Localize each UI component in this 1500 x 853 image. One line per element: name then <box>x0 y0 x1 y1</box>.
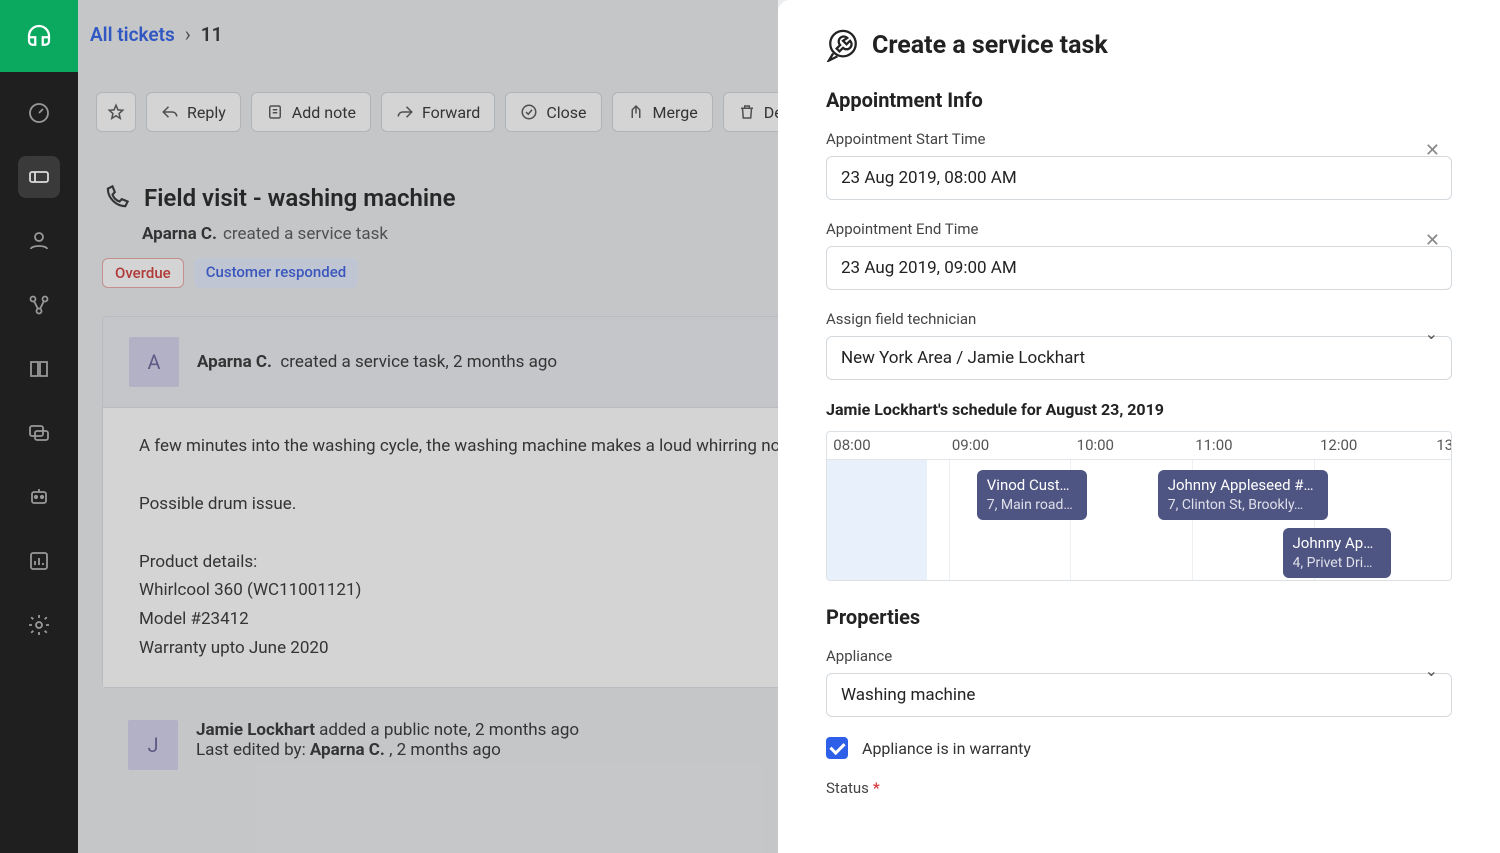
reply-button[interactable]: Reply <box>146 92 241 132</box>
hour-label: 11:00 <box>1195 436 1232 454</box>
schedule-event[interactable]: Johnny Appl…4, Privet Dri… <box>1283 528 1391 578</box>
label-status: Status* <box>826 779 1452 797</box>
bot-icon <box>27 485 51 509</box>
left-nav <box>0 0 78 853</box>
breadcrumb-root[interactable]: All tickets <box>90 23 175 46</box>
breadcrumb: All tickets › 11 <box>90 22 222 46</box>
avatar: J <box>128 720 178 770</box>
reply-icon <box>161 103 179 121</box>
person-icon <box>27 229 51 253</box>
appliance-select[interactable] <box>826 673 1452 717</box>
wrench-bubble-icon <box>826 28 860 62</box>
tag-overdue: Overdue <box>102 258 184 288</box>
label-appliance: Appliance <box>826 647 1452 665</box>
start-time-input[interactable] <box>826 156 1452 200</box>
toolbar: Reply Add note Forward Close Merge Delet… <box>96 92 874 132</box>
label-technician: Assign field technician <box>826 310 1452 328</box>
section-appointment-info: Appointment Info <box>826 88 1452 112</box>
phone-icon <box>102 184 130 212</box>
tag-customer-responded: Customer responded <box>194 258 358 288</box>
close-button[interactable]: Close <box>505 92 601 132</box>
nodes-icon <box>27 293 51 317</box>
hour-label: 12:00 <box>1320 436 1357 454</box>
merge-icon <box>627 103 645 121</box>
gauge-icon <box>27 101 51 125</box>
warranty-checkbox[interactable] <box>826 737 848 759</box>
ticket-title: Field visit - washing machine <box>144 184 455 212</box>
ticket-icon <box>27 165 51 189</box>
schedule-label: Jamie Lockhart's schedule for August 23,… <box>826 400 1452 419</box>
clear-icon[interactable]: ✕ <box>1425 142 1440 160</box>
add-note-button[interactable]: Add note <box>251 92 371 132</box>
chart-icon <box>27 549 51 573</box>
chevron-down-icon: ⌄ <box>1425 324 1438 343</box>
note-icon <box>266 103 284 121</box>
nav-tickets[interactable] <box>18 156 60 198</box>
hour-label: 13 <box>1436 436 1452 454</box>
panel-title: Create a service task <box>826 28 1452 62</box>
chat-icon <box>27 421 51 445</box>
forward-button[interactable]: Forward <box>381 92 495 132</box>
nav-dashboard[interactable] <box>18 92 60 134</box>
clear-icon[interactable]: ✕ <box>1425 232 1440 250</box>
create-service-task-panel: ✕ Create a service task Appointment Info… <box>778 0 1500 853</box>
section-properties: Properties <box>826 605 1452 629</box>
trash-icon <box>738 103 756 121</box>
star-button[interactable] <box>96 92 136 132</box>
schedule-event[interactable]: Vinod Custo…7, Main road… <box>977 470 1087 520</box>
nav-contacts[interactable] <box>18 220 60 262</box>
nav-book[interactable] <box>18 348 60 390</box>
schedule-timeline[interactable]: 08:00 09:00 10:00 11:00 12:00 13 Vinod C… <box>826 431 1452 581</box>
chevron-down-icon: ⌄ <box>1425 661 1438 680</box>
hour-label: 10:00 <box>1077 436 1114 454</box>
headset-icon <box>24 21 54 51</box>
label-start-time: Appointment Start Time <box>826 130 1452 148</box>
book-icon <box>27 357 51 381</box>
forward-icon <box>396 103 414 121</box>
end-time-input[interactable] <box>826 246 1452 290</box>
chevron-right-icon: › <box>185 22 191 46</box>
schedule-event[interactable]: Johnny Appleseed #417, Clinton St, Brook… <box>1158 470 1328 520</box>
gear-icon <box>27 613 51 637</box>
hour-label: 09:00 <box>952 436 989 454</box>
star-icon <box>107 103 125 121</box>
check-circle-icon <box>520 103 538 121</box>
warranty-label: Appliance is in warranty <box>862 739 1031 758</box>
nav-org[interactable] <box>18 284 60 326</box>
breadcrumb-id: 11 <box>201 23 223 46</box>
nav-reports[interactable] <box>18 540 60 582</box>
nav-chat[interactable] <box>18 412 60 454</box>
nav-settings[interactable] <box>18 604 60 646</box>
merge-button[interactable]: Merge <box>612 92 713 132</box>
nav-bot[interactable] <box>18 476 60 518</box>
label-end-time: Appointment End Time <box>826 220 1452 238</box>
hour-label: 08:00 <box>833 436 870 454</box>
technician-select[interactable] <box>826 336 1452 380</box>
avatar: A <box>129 337 179 387</box>
app-logo[interactable] <box>0 0 78 72</box>
